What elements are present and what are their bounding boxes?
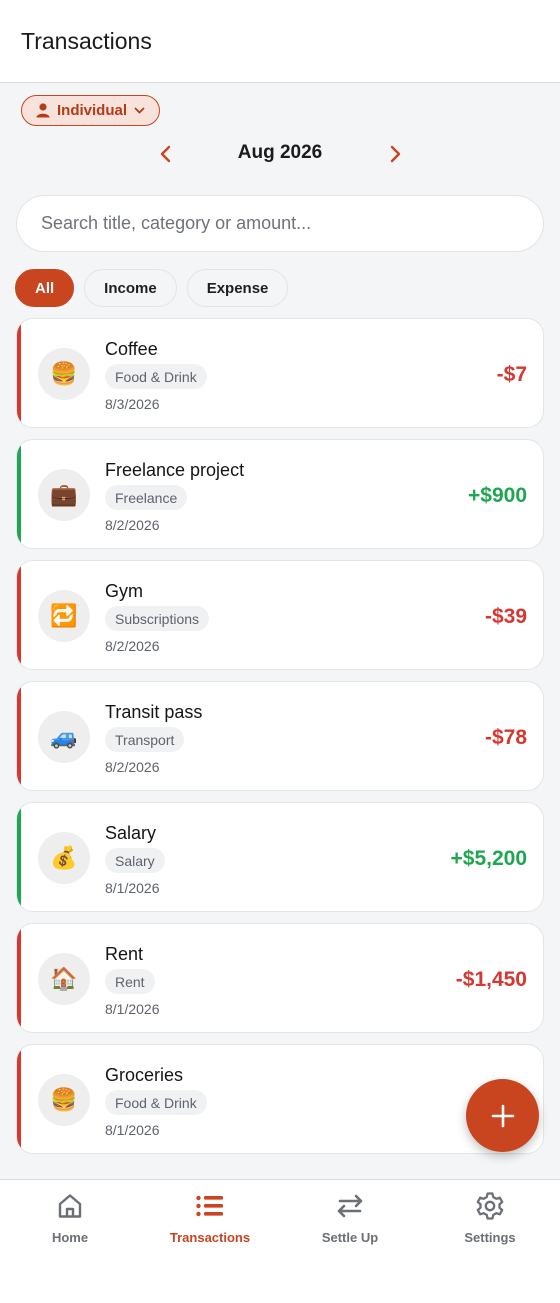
transaction-date: 8/1/2026 (105, 1122, 160, 1138)
bottom-navigation: Home Transactions Settle Up Settings (0, 1179, 560, 1303)
transaction-amount: -$1,450 (455, 968, 527, 991)
add-transaction-button[interactable] (466, 1079, 539, 1152)
month-label: Aug 2026 (237, 142, 323, 163)
nav-label: Settings (464, 1230, 516, 1245)
chevron-left-icon (160, 145, 171, 163)
category-badge: Salary (105, 848, 165, 873)
transaction-date: 8/2/2026 (105, 759, 160, 775)
nav-item-home[interactable]: Home (0, 1190, 140, 1250)
transaction-date: 8/2/2026 (105, 517, 160, 533)
home-icon (56, 1190, 84, 1222)
plus-icon (491, 1104, 514, 1127)
burger-icon: 🍔 (38, 348, 90, 400)
type-indicator-bar (17, 803, 21, 911)
category-badge: Subscriptions (105, 606, 210, 631)
scope-dropdown[interactable]: Individual (21, 95, 160, 126)
app-root: Transactions Individual Aug 2026 All Inc… (0, 0, 560, 1303)
page-title: Transactions (21, 28, 152, 54)
transaction-title: Gym (105, 581, 143, 601)
nav-label: Settle Up (321, 1230, 379, 1245)
transaction-title: Salary (105, 823, 157, 843)
transaction-title: Rent (105, 944, 144, 964)
house-icon: 🏠 (38, 953, 90, 1005)
chevron-down-icon (134, 107, 145, 114)
transaction-card[interactable]: 💼 Freelance project Freelance 8/2/2026 +… (16, 439, 544, 549)
transaction-title: Coffee (105, 339, 158, 359)
type-indicator-bar (17, 682, 21, 790)
prev-month-button[interactable] (152, 141, 178, 167)
transaction-date: 8/2/2026 (105, 638, 160, 654)
transaction-card[interactable]: 🏠 Rent Rent 8/1/2026 -$1,450 (16, 923, 544, 1033)
type-indicator-bar (17, 924, 21, 1032)
nav-item-transactions[interactable]: Transactions (140, 1190, 280, 1250)
transaction-list: 🍔 Coffee Food & Drink 8/3/2026 -$7 💼 Fre… (16, 318, 544, 1165)
category-badge: Food & Drink (105, 364, 207, 389)
type-indicator-bar (17, 561, 21, 669)
nav-item-settle-up[interactable]: Settle Up (280, 1190, 420, 1250)
transaction-title: Freelance project (105, 460, 245, 480)
transaction-card[interactable]: 🔁 Gym Subscriptions 8/2/2026 -$39 (16, 560, 544, 670)
type-indicator-bar (17, 1045, 21, 1153)
filter-chip-expense[interactable]: Expense (186, 269, 289, 307)
transaction-card[interactable]: 💰 Salary Salary 8/1/2026 +$5,200 (16, 802, 544, 912)
transaction-amount: +$5,200 (450, 847, 528, 870)
category-badge: Food & Drink (105, 1090, 207, 1115)
gear-icon (475, 1190, 505, 1222)
transaction-amount: -$39 (484, 605, 527, 628)
app-header: Transactions (0, 0, 560, 83)
type-indicator-bar (17, 319, 21, 427)
search-input[interactable] (16, 195, 544, 252)
category-badge: Freelance (105, 485, 188, 510)
transaction-title: Transit pass (105, 702, 203, 722)
burger-icon: 🍔 (38, 1074, 90, 1126)
person-icon (36, 103, 50, 118)
transaction-date: 8/1/2026 (105, 880, 160, 896)
transaction-amount: -$7 (496, 363, 527, 386)
month-selector: Aug 2026 (0, 137, 560, 171)
scope-label: Individual (57, 102, 128, 119)
filter-chip-all[interactable]: All (15, 269, 75, 307)
transaction-amount: -$78 (484, 726, 527, 749)
transaction-card[interactable]: 🍔 Coffee Food & Drink 8/3/2026 -$7 (16, 318, 544, 428)
transaction-title: Groceries (105, 1065, 184, 1085)
car-icon: 🚙 (38, 711, 90, 763)
type-filter-tabs: All Income Expense (15, 269, 289, 307)
next-month-button[interactable] (383, 141, 409, 167)
nav-item-settings[interactable]: Settings (420, 1190, 560, 1250)
nav-label: Transactions (169, 1230, 251, 1245)
transaction-date: 8/1/2026 (105, 1001, 160, 1017)
nav-label: Home (51, 1230, 89, 1245)
transaction-date: 8/3/2026 (105, 396, 160, 412)
repeat-icon: 🔁 (38, 590, 90, 642)
category-badge: Transport (105, 727, 185, 752)
type-indicator-bar (17, 440, 21, 548)
chevron-right-icon (390, 145, 401, 163)
transaction-card[interactable]: 🚙 Transit pass Transport 8/2/2026 -$78 (16, 681, 544, 791)
transaction-card[interactable]: 🍔 Groceries Food & Drink 8/1/2026 (16, 1044, 544, 1154)
money-bag-icon: 💰 (38, 832, 90, 884)
list-icon (196, 1190, 224, 1222)
swap-arrows-icon (335, 1190, 365, 1222)
transaction-amount: +$900 (468, 484, 527, 507)
briefcase-icon: 💼 (38, 469, 90, 521)
filter-chip-income[interactable]: Income (84, 269, 177, 307)
category-badge: Rent (105, 969, 155, 994)
